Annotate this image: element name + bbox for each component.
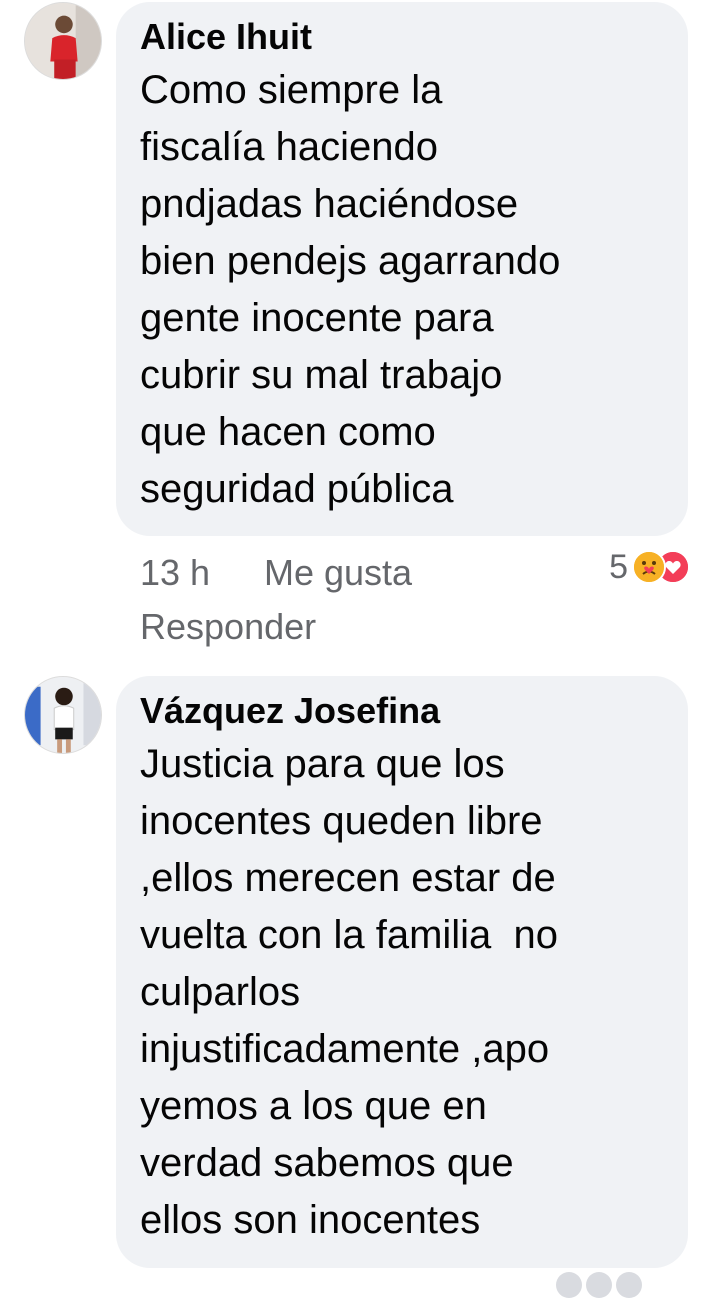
reaction-icon: [616, 1272, 642, 1298]
comment-text-line: verdad sabemos que: [140, 1141, 514, 1185]
comment-text-line: culparlos: [140, 970, 301, 1014]
avatar-photo-icon: [25, 3, 101, 79]
reaction-summary-peek: [556, 1272, 646, 1298]
comment-text-line: ,ellos merecen estar de: [140, 856, 556, 900]
comment-text-line: yemos a los que en: [140, 1084, 487, 1128]
comment-meta: 13 h Me gusta 5 Responder: [140, 546, 690, 647]
comment-author[interactable]: Alice Ihuit: [140, 12, 664, 62]
comment-text-line: seguridad pública: [140, 467, 454, 511]
reaction-summary[interactable]: 5: [609, 540, 690, 594]
comment-text-line: gente inocente para: [140, 296, 494, 340]
avatar[interactable]: [24, 676, 102, 754]
reaction-count: 5: [609, 548, 628, 586]
comment-text-line: que hacen como: [140, 410, 436, 454]
comment-text-line: vuelta con la familia no: [140, 913, 559, 957]
reaction-icon: [586, 1272, 612, 1298]
comment-text-line: ellos son inocentes: [140, 1198, 481, 1242]
comment-text-line: injustificadamente ,apo: [140, 1027, 550, 1071]
reaction-icon: [556, 1272, 582, 1298]
comment-text-line: Como siempre la: [140, 68, 443, 112]
care-icon: [632, 550, 666, 584]
comment-bubble: Vázquez Josefina Justicia para que los i…: [116, 676, 688, 1268]
comment-text: Justicia para que los inocentes queden l…: [140, 736, 664, 1249]
reply-button[interactable]: Responder: [140, 600, 316, 654]
comment-text-line: fiscalía haciendo: [140, 125, 438, 169]
comment-text-line: cubrir su mal trabajo: [140, 353, 503, 397]
comment-text-line: bien pendejs agarrando: [140, 239, 561, 283]
comment-text-line: inocentes queden libre: [140, 799, 543, 843]
comment-text-line: Justicia para que los: [140, 742, 505, 786]
comment-bubble: Alice Ihuit Como siempre la fiscalía hac…: [116, 2, 688, 536]
comment-text-line: pndjadas haciéndose: [140, 182, 519, 226]
comment-author[interactable]: Vázquez Josefina: [140, 686, 664, 736]
avatar[interactable]: [24, 2, 102, 80]
comment-text: Como siempre la fiscalía haciendo pndjad…: [140, 62, 664, 518]
comment-timestamp[interactable]: 13 h: [140, 546, 210, 600]
avatar-photo-icon: [25, 677, 101, 753]
like-button[interactable]: Me gusta: [264, 546, 412, 600]
